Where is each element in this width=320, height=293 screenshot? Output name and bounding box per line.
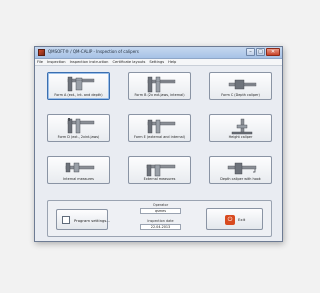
tile-form-e[interactable]: Form E (external and internal) bbox=[128, 114, 191, 142]
tile-label: Form A (ext., int. and depth) bbox=[54, 93, 103, 97]
close-button[interactable]: ✕ bbox=[266, 48, 280, 56]
caliper-form-b-icon bbox=[147, 76, 176, 93]
minimize-icon: – bbox=[249, 48, 252, 55]
exit-button[interactable]: ⏻ Exit bbox=[206, 208, 263, 230]
inspection-date-field: 22.04.2013 bbox=[140, 224, 181, 230]
minimize-button[interactable]: – bbox=[246, 48, 255, 56]
power-icon: ⏻ bbox=[225, 215, 235, 225]
tile-form-a[interactable]: Form A (ext., int. and depth) bbox=[47, 72, 110, 100]
tile-form-b[interactable]: Form B (2x ext.jaws, internal) bbox=[128, 72, 191, 100]
height-caliper-icon bbox=[231, 118, 253, 135]
depth-hook-caliper-icon bbox=[227, 162, 257, 175]
program-settings-label: Program settings... bbox=[74, 218, 110, 223]
caliper-form-e-icon bbox=[147, 119, 176, 134]
operator-field: qsmes bbox=[140, 208, 181, 214]
menu-inspection[interactable]: Inspection bbox=[47, 60, 66, 64]
menu-settings[interactable]: Settings bbox=[149, 60, 164, 64]
external-caliper-icon bbox=[146, 164, 176, 177]
exit-label: Exit bbox=[238, 217, 246, 222]
tile-label: Form C (Depth caliper) bbox=[221, 93, 260, 97]
menu-inspection-instruction[interactable]: Inspection instruction bbox=[70, 60, 109, 64]
tile-label: Height caliper bbox=[228, 135, 253, 139]
main-window: QMSOFT® / QM-CALIP - Inspection of calip… bbox=[34, 46, 283, 242]
menu-certificate-layouts[interactable]: Certificate layouts bbox=[112, 60, 145, 64]
close-icon: ✕ bbox=[270, 48, 276, 55]
settings-icon bbox=[62, 216, 70, 224]
tile-label: Form B (2x ext.jaws, internal) bbox=[134, 93, 185, 97]
menu-file[interactable]: File bbox=[37, 60, 43, 64]
tile-form-c[interactable]: Form C (Depth caliper) bbox=[209, 72, 272, 100]
caliper-form-c-icon bbox=[228, 79, 257, 90]
tile-label: Depth caliper with hook bbox=[220, 177, 261, 181]
tile-depth-hook[interactable]: Depth caliper with hook bbox=[209, 156, 272, 184]
tile-internal-measures[interactable]: Internal measures bbox=[47, 156, 110, 184]
window-title: QMSOFT® / QM-CALIP - Inspection of calip… bbox=[48, 49, 139, 54]
tile-height-caliper[interactable]: Height caliper bbox=[209, 114, 272, 142]
tile-external-measures[interactable]: External measures bbox=[128, 156, 191, 184]
app-icon bbox=[38, 49, 45, 56]
caliper-form-a-icon bbox=[67, 76, 95, 92]
program-settings-button[interactable]: Program settings... bbox=[56, 209, 110, 230]
menu-help[interactable]: Help bbox=[168, 60, 176, 64]
tile-grid: Form A (ext., int. and depth) Form B (2x… bbox=[35, 67, 282, 242]
tile-label: Internal measures bbox=[63, 177, 94, 181]
maximize-button[interactable]: □ bbox=[256, 48, 265, 56]
bottom-panel: Program settings... Operator qsmes Inspe… bbox=[47, 200, 272, 237]
maximize-icon: □ bbox=[258, 48, 263, 55]
tile-label: Form D (ext., 2xint.jaws) bbox=[57, 135, 100, 139]
caliper-form-d-icon bbox=[67, 118, 95, 134]
title-bar[interactable]: QMSOFT® / QM-CALIP - Inspection of calip… bbox=[35, 47, 282, 59]
menu-bar: File Inspection Inspection instruction C… bbox=[35, 59, 282, 66]
tile-label: External measures bbox=[143, 177, 176, 181]
internal-caliper-icon bbox=[65, 162, 95, 173]
tile-label: Form E (external and internal) bbox=[134, 135, 185, 139]
inspection-date-label: Inspection date bbox=[147, 219, 174, 223]
operator-label: Operator bbox=[152, 203, 169, 207]
window-controls: – □ ✕ bbox=[246, 48, 280, 56]
tile-form-d[interactable]: Form D (ext., 2xint.jaws) bbox=[47, 114, 110, 142]
